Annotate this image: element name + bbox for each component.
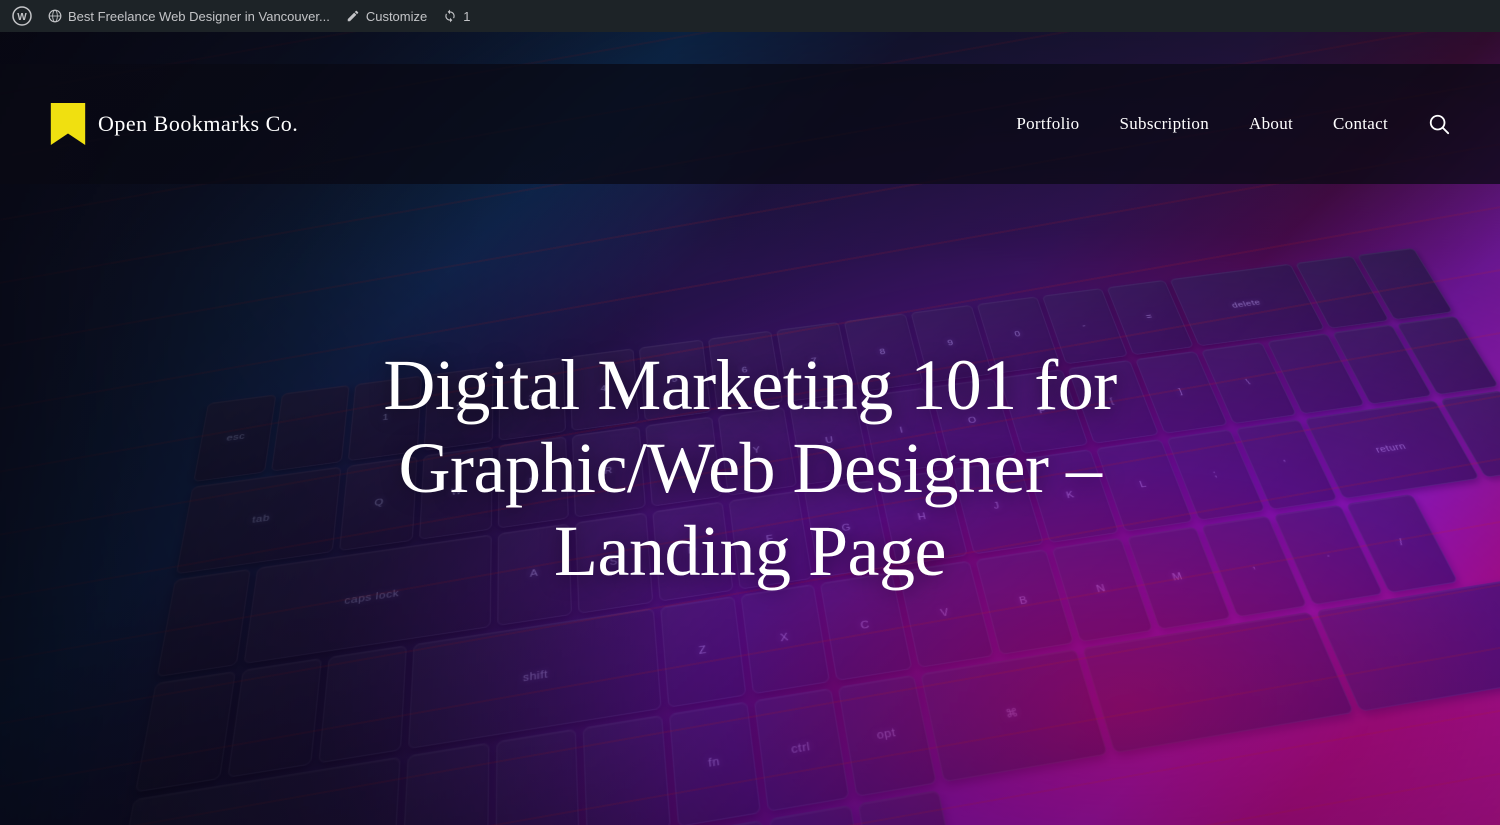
- nav-about[interactable]: About: [1249, 114, 1293, 134]
- customize-item[interactable]: Customize: [346, 9, 427, 24]
- hero-content: Digital Marketing 101 for Graphic/Web De…: [300, 344, 1200, 592]
- site-logo[interactable]: Open Bookmarks Co.: [50, 103, 298, 145]
- search-button[interactable]: [1428, 113, 1450, 135]
- main-nav: Portfolio Subscription About Contact: [1016, 113, 1450, 135]
- update-count: 1: [463, 9, 470, 24]
- update-icon: [443, 9, 457, 23]
- nav-contact[interactable]: Contact: [1333, 114, 1388, 134]
- nav-subscription[interactable]: Subscription: [1119, 114, 1209, 134]
- admin-bar: W Best Freelance Web Designer in Vancouv…: [0, 0, 1500, 32]
- bookmark-icon: [50, 103, 86, 145]
- site-title-text: Open Bookmarks Co.: [98, 111, 298, 137]
- globe-icon: [48, 9, 62, 23]
- svg-text:W: W: [17, 12, 27, 23]
- update-item[interactable]: 1: [443, 9, 470, 24]
- site-label-text: Best Freelance Web Designer in Vancouver…: [68, 9, 330, 24]
- search-icon: [1428, 113, 1450, 135]
- wordpress-icon: W: [12, 6, 32, 26]
- site-label-item[interactable]: Best Freelance Web Designer in Vancouver…: [48, 9, 330, 24]
- pencil-icon: [346, 9, 360, 23]
- hero-title: Digital Marketing 101 for Graphic/Web De…: [340, 344, 1160, 592]
- nav-portfolio[interactable]: Portfolio: [1016, 114, 1079, 134]
- wp-logo-item[interactable]: W: [12, 6, 32, 26]
- hero-section: esc 1 2 3 4 5 6 7 8 9 0 - = delete tab Q…: [0, 32, 1500, 825]
- customize-label: Customize: [366, 9, 427, 24]
- site-header: Open Bookmarks Co. Portfolio Subscriptio…: [0, 64, 1500, 184]
